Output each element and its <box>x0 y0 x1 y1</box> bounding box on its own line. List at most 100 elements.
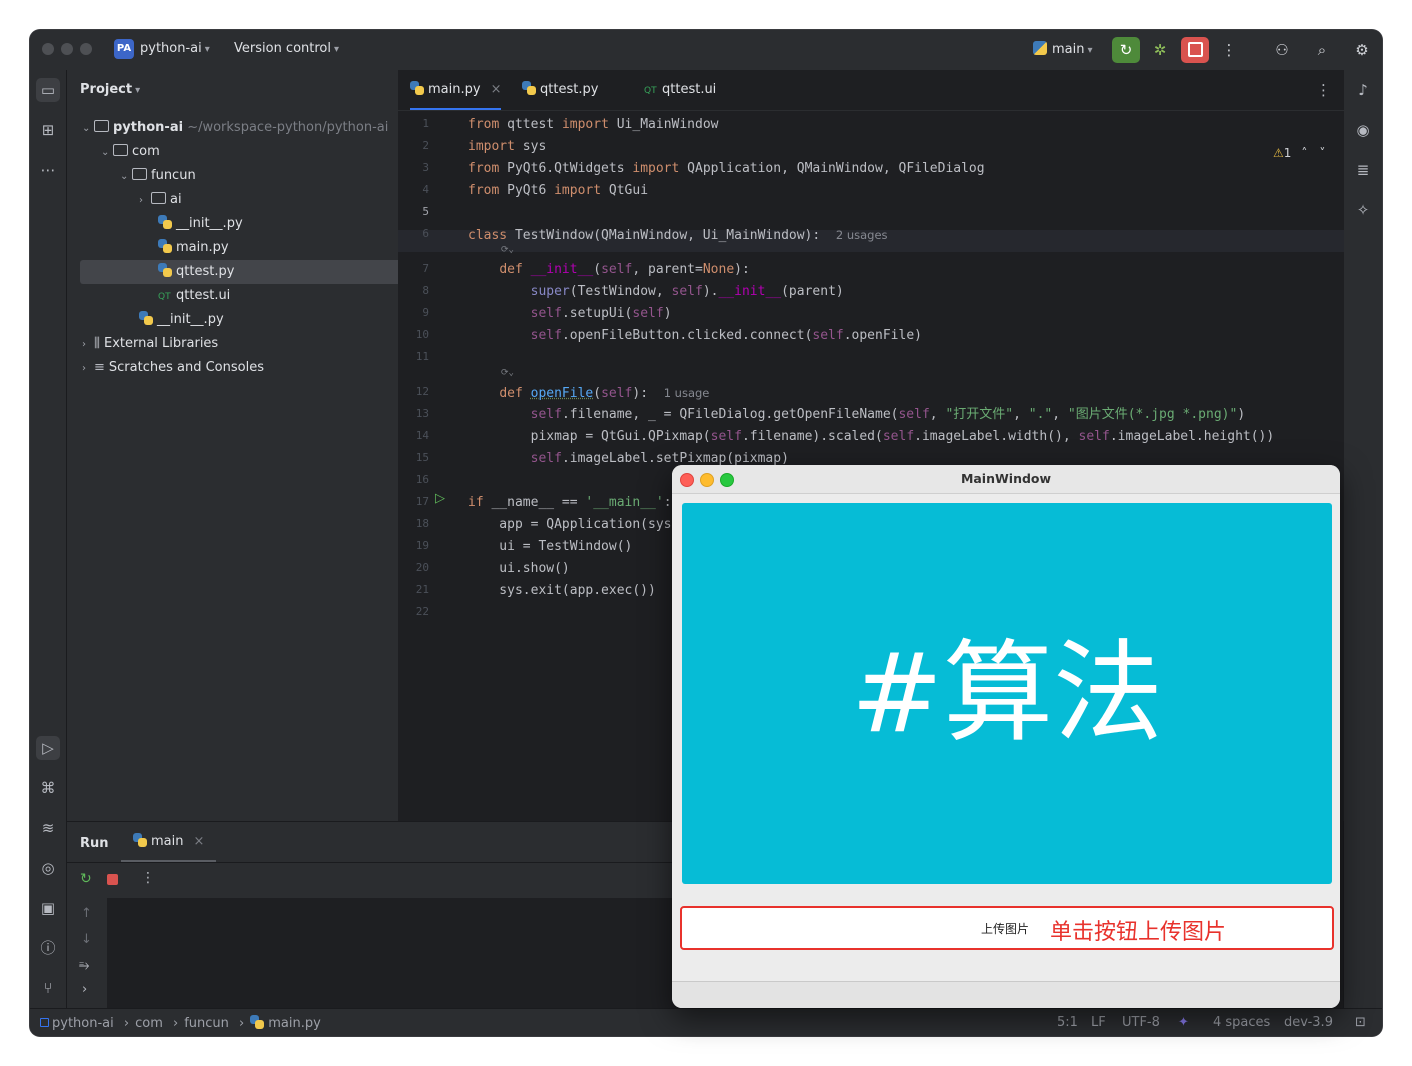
chevron-down-icon: ▾ <box>334 44 340 55</box>
notifications-button[interactable]: ♪ <box>1351 78 1375 102</box>
ai-status-icon[interactable]: ✦ <box>1178 1015 1189 1030</box>
python-file-icon <box>158 215 172 229</box>
tree-item-external-libraries[interactable]: › ⫼ External Libraries <box>67 332 413 356</box>
git-button[interactable]: ⑂ <box>36 976 60 1000</box>
close-icon[interactable]: × <box>193 834 204 849</box>
tabs-more-icon[interactable]: ⋮ <box>1316 81 1331 99</box>
file-encoding[interactable]: UTF-8 <box>1122 1015 1160 1030</box>
search-button[interactable]: ⌕ <box>1308 37 1336 63</box>
line-number: 21 <box>415 583 429 596</box>
breadcrumb: python-ai › com › funcun › main.py <box>40 1015 321 1031</box>
more-vertical-icon[interactable]: ⋮ <box>141 870 155 886</box>
line-number: 22 <box>415 605 429 618</box>
upload-image-button[interactable]: 上传图片 <box>981 920 1029 937</box>
tree-item-label: qttest.ui <box>176 288 231 303</box>
python-console-button[interactable]: ⌘ <box>36 776 60 800</box>
package-icon <box>151 192 166 204</box>
vcs-menu[interactable]: Version control ▾ <box>234 41 339 56</box>
tree-item-label: main.py <box>176 240 229 255</box>
project-icon: ▭ <box>40 81 56 99</box>
tree-item-label: __init__.py <box>157 312 224 327</box>
database-button[interactable]: ≣ <box>1351 158 1375 182</box>
line-number: 9 <box>422 306 429 319</box>
tab-qttest-py[interactable]: qttest.py <box>522 70 598 110</box>
indent-setting[interactable]: 4 spaces <box>1213 1015 1270 1030</box>
scroll-down-icon[interactable]: ↓ <box>81 932 92 947</box>
tab-qttest-ui[interactable]: QT qttest.ui <box>644 70 716 110</box>
problems-button[interactable]: ⓘ <box>36 936 60 960</box>
qt-status-bar <box>672 981 1340 1008</box>
gear-icon: ⚙ <box>1355 41 1369 59</box>
scroll-up-icon[interactable]: ↑ <box>81 906 92 921</box>
caret-position[interactable]: 5:1 <box>1057 1015 1078 1030</box>
rerun-button[interactable]: ↻ <box>1112 37 1140 63</box>
services-button[interactable]: ◎ <box>36 856 60 880</box>
python-interpreter[interactable]: dev-3.9 <box>1284 1015 1333 1030</box>
usages-hint[interactable]: 1 usage <box>664 386 710 400</box>
debug-icon: ✲ <box>1153 41 1167 59</box>
tree-item-com[interactable]: ⌄ com <box>67 140 432 164</box>
window-close-dot[interactable] <box>42 43 54 55</box>
code-line: sys.exit(app.exec()) <box>468 583 656 598</box>
usages-hint[interactable]: 2 usages <box>836 228 888 242</box>
tree-item-label: qttest.py <box>176 264 235 279</box>
breadcrumb-item[interactable]: com <box>135 1016 163 1031</box>
project-switcher[interactable]: python-ai ▾ <box>140 41 210 56</box>
chevron-right-icon: › <box>82 339 86 350</box>
folder-icon <box>94 120 109 132</box>
project-tool-button[interactable]: ▭ <box>36 78 60 102</box>
line-number: 7 <box>422 262 429 275</box>
tree-item-funcun[interactable]: ⌄ funcun <box>67 164 451 188</box>
annotation-box: 上传图片 单击按钮上传图片 <box>680 906 1334 950</box>
code-line: from qttest import Ui_MainWindow <box>468 117 719 132</box>
tree-item-python-ai[interactable]: ⌄ python-ai ~/workspace-python/python-ai <box>67 116 413 140</box>
ai-hint-icon[interactable]: ⟳⌄ <box>501 245 514 255</box>
run-gutter-icon[interactable]: ▷ <box>435 491 445 506</box>
soft-wrap-icon[interactable]: ⥱ <box>79 958 89 973</box>
branch-switcher[interactable]: main ▾ <box>1033 41 1093 57</box>
terminal-button[interactable]: ▣ <box>36 896 60 920</box>
bell-icon: ♪ <box>1358 81 1368 99</box>
breadcrumb-item[interactable]: main.py <box>268 1016 321 1031</box>
line-number: 11 <box>415 350 429 363</box>
tree-item-label: __init__.py <box>176 216 243 231</box>
code-line: ui = TestWindow() <box>468 539 633 554</box>
debug-button[interactable]: ✲ <box>1146 37 1174 63</box>
breadcrumb-item[interactable]: python-ai <box>52 1016 114 1031</box>
code-with-me-button[interactable]: ⚇ <box>1268 37 1296 63</box>
status-bar: python-ai › com › funcun › main.py 5:1 LF U… <box>30 1008 1382 1036</box>
stop-icon[interactable] <box>107 874 118 885</box>
run-tab-main[interactable]: main × <box>121 822 217 862</box>
structure-tool-button[interactable]: ⊞ <box>36 118 60 142</box>
qt-file-icon: QT <box>644 86 657 96</box>
chevron-down-icon: ▾ <box>1087 45 1093 56</box>
plugin-button[interactable]: ✧ <box>1351 198 1375 222</box>
line-separator[interactable]: LF <box>1091 1015 1106 1030</box>
stop-button[interactable] <box>1181 37 1209 63</box>
window-zoom-dot[interactable] <box>80 43 92 55</box>
rerun-icon[interactable]: ↻ <box>80 871 92 887</box>
window-minimize-dot[interactable] <box>61 43 73 55</box>
line-number: 2 <box>422 139 429 152</box>
run-tool-button[interactable]: ▷ <box>36 736 60 760</box>
python-file-icon <box>250 1015 265 1029</box>
tab-main-py[interactable]: main.py × <box>410 70 502 110</box>
project-badge[interactable]: PA <box>114 39 134 59</box>
settings-button[interactable]: ⚙ <box>1348 37 1376 63</box>
tree-item-scratches[interactable]: › ≡ Scratches and Consoles <box>67 356 413 380</box>
title-bar: PA python-ai ▾ Version control ▾ main ▾ ↻ ✲… <box>30 30 1382 71</box>
more-actions-button[interactable]: ⋮ <box>1215 37 1243 63</box>
tree-item-label: python-ai <box>113 120 184 135</box>
close-icon[interactable]: × <box>491 82 502 97</box>
python-file-icon <box>133 833 147 847</box>
python-packages-button[interactable]: ≋ <box>36 816 60 840</box>
package-icon <box>113 144 128 156</box>
breadcrumb-item[interactable]: funcun <box>184 1016 229 1031</box>
chevron-right-icon[interactable]: › <box>82 982 87 997</box>
project-panel-header[interactable]: Project ▾ <box>80 82 140 97</box>
ai-hint-icon[interactable]: ⟳⌄ <box>501 368 514 378</box>
run-console-output[interactable] <box>107 898 708 1009</box>
more-tools-button[interactable]: ⋯ <box>36 158 60 182</box>
lock-icon[interactable]: ⊡ <box>1355 1015 1366 1030</box>
ai-assistant-button[interactable]: ◉ <box>1351 118 1375 142</box>
